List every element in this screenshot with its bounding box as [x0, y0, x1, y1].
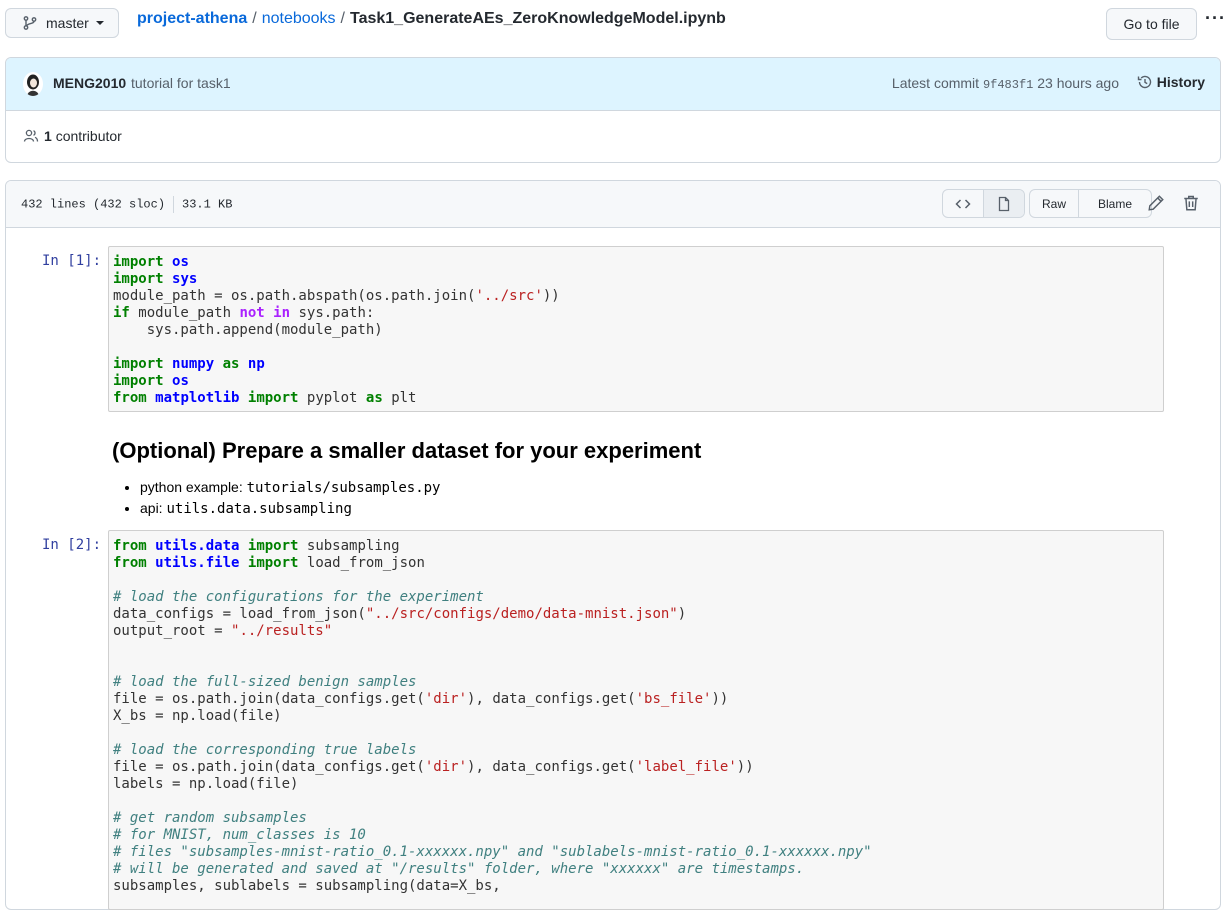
cell-2-prompt: In [2]: [42, 537, 102, 553]
code-cell-2-source: from utils.data import subsampling from … [113, 538, 872, 894]
latest-commit-info: Latest commit 9f483f1 23 hours ago [892, 75, 1119, 92]
commit-header: MENG2010 tutorial for task1 Latest commi… [6, 58, 1220, 111]
history-link[interactable]: History [1137, 74, 1205, 90]
breadcrumb-repo-link[interactable]: project-athena [137, 10, 247, 27]
contributors-link[interactable]: 1 contributor [23, 128, 122, 144]
commit-time: 23 hours ago [1037, 75, 1119, 91]
breadcrumb-file-name: Task1_GenerateAEs_ZeroKnowledgeModel.ipy… [350, 10, 726, 27]
commit-message[interactable]: tutorial for task1 [131, 75, 231, 91]
file-icon [998, 196, 1010, 211]
list-item: api: utils.data.subsampling [140, 498, 441, 519]
latest-commit-label: Latest commit [891, 75, 980, 91]
code-cell-1[interactable]: import os import sys module_path = os.pa… [108, 246, 1164, 412]
view-mode-toggle [942, 189, 1025, 218]
breadcrumb-separator: / [340, 10, 345, 27]
avatar[interactable] [23, 72, 43, 96]
markdown-heading: (Optional) Prepare a smaller dataset for… [112, 438, 702, 463]
more-options-icon[interactable]: ··· [1205, 8, 1226, 29]
history-icon [1137, 75, 1151, 89]
branch-select-button[interactable]: master [5, 8, 119, 38]
trash-icon[interactable] [1182, 194, 1200, 212]
raw-button[interactable]: Raw [1030, 190, 1079, 217]
breadcrumb: project-athena / notebooks / Task1_GenerateA… [137, 10, 726, 28]
contributor-label: contributor [55, 128, 122, 144]
chevron-down-icon [95, 21, 104, 25]
file-size: 33.1 KB [182, 197, 233, 212]
latest-commit-box: MENG2010 tutorial for task1 Latest commi… [5, 57, 1221, 163]
git-branch-icon [23, 16, 37, 30]
file-line-count: 432 lines (432 sloc) [21, 197, 166, 212]
code-cell-2[interactable]: from utils.data import subsampling from … [108, 530, 1164, 910]
code-view-button[interactable] [943, 190, 983, 217]
markdown-list: python example: tutorials/subsamples.py … [123, 477, 441, 519]
breadcrumb-separator: / [252, 10, 257, 27]
contributor-count: 1 [44, 128, 52, 144]
commit-author[interactable]: MENG2010 [53, 75, 126, 91]
code-cell-1-source: import os import sys module_path = os.pa… [113, 254, 560, 406]
list-item-label: python example: [140, 479, 243, 495]
list-item-code: utils.data.subsampling [166, 501, 352, 517]
list-item-code: tutorials/subsamples.py [246, 480, 441, 496]
go-to-file-button[interactable]: Go to file [1106, 8, 1197, 40]
commit-sha[interactable]: 9f483f1 [983, 78, 1033, 92]
code-icon [955, 198, 971, 209]
people-icon [23, 129, 39, 142]
pencil-icon[interactable] [1147, 194, 1165, 212]
cell-1-prompt: In [1]: [42, 253, 102, 269]
breadcrumb-folder-link[interactable]: notebooks [262, 10, 336, 27]
rendered-view-button[interactable] [983, 190, 1024, 217]
file-header: 432 lines (432 sloc) 33.1 KB Raw Blame [6, 181, 1220, 228]
raw-blame-group: Raw Blame [1029, 189, 1152, 218]
branch-name: master [46, 15, 89, 31]
list-item-label: api: [140, 500, 163, 516]
list-item: python example: tutorials/subsamples.py [140, 477, 441, 498]
file-meta: 432 lines (432 sloc) 33.1 KB [21, 196, 232, 213]
history-label: History [1156, 74, 1205, 90]
divider [173, 196, 175, 213]
blame-button[interactable]: Blame [1079, 190, 1151, 217]
